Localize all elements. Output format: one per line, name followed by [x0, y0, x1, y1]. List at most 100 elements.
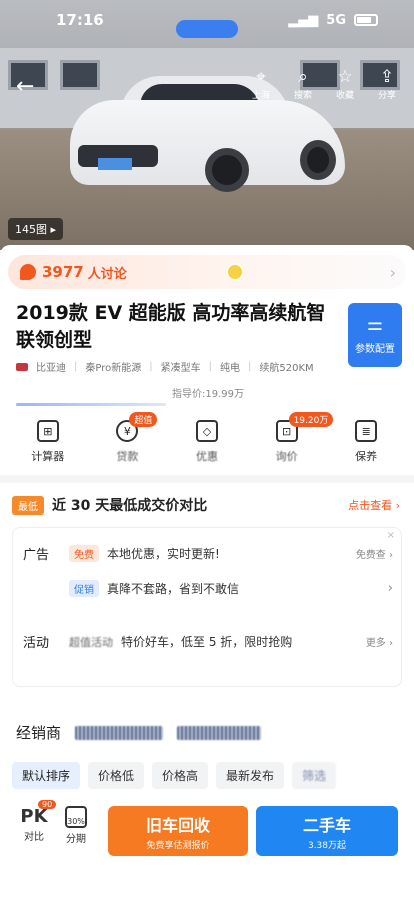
sale-text: 真降不套路，省到不敢信 [107, 582, 240, 596]
promotion-card: × 广告 免费 本地优惠，实时更新! 免费查 › 促销 真降不套路，省到不敢信 … [12, 527, 402, 687]
guide-price: 指导价:19.99万 [172, 389, 244, 400]
search-icon: ⌕ [298, 67, 308, 87]
section-divider [0, 475, 414, 483]
discussion-bar[interactable]: 3977 人讨论 › [8, 255, 406, 289]
more-link[interactable]: 更多 › [366, 634, 393, 649]
tool-label: 优惠 [195, 450, 218, 463]
status-time: 17:16 [56, 11, 104, 29]
car-title: 2019款 EV 超能版 高功率高续航智联领创型 [16, 302, 326, 351]
installment-caption: 分期 [66, 834, 86, 845]
battery-icon [354, 14, 378, 26]
search-button[interactable]: ⌕ 搜索 [288, 68, 318, 101]
trade-in-subtitle: 免费享估测报价 [146, 840, 210, 851]
car-wheel [205, 148, 249, 192]
tool-badge: 19.20万 [288, 412, 334, 427]
ad-label: 广告 [23, 548, 50, 563]
search-label: 搜索 [293, 91, 312, 101]
dealer-tab-blurred[interactable] [75, 725, 164, 740]
used-car-button[interactable]: 二手车 3.38万起 [256, 806, 398, 856]
pk-caption: 对比 [24, 832, 44, 843]
hero-actions: ⌖ 上海 ⌕ 搜索 ☆ 收藏 ⇪ 分享 [246, 68, 402, 101]
view-compare-link[interactable]: 点击查看 › [348, 497, 400, 513]
ad-row[interactable]: 广告 免费 本地优惠，实时更新! 免费查 › [23, 544, 393, 563]
pk-icon: PK [20, 806, 48, 827]
tool-label: 保养 [355, 450, 378, 463]
coupon-icon: ◇ [195, 420, 218, 442]
free-tag: 免费 [69, 545, 99, 562]
meta-brand[interactable]: 比亚迪 [36, 359, 66, 374]
meta-series[interactable]: 秦Pro新能源 [85, 359, 141, 374]
pk-badge: 90 [38, 800, 57, 809]
chevron-right-icon: › [389, 262, 396, 282]
status-bar: 17:16 ▂▄▆ 5G [0, 0, 414, 40]
calculator-icon: ⊞ [36, 420, 59, 442]
favorite-button[interactable]: ☆ 收藏 [330, 68, 360, 101]
trade-in-button[interactable]: 旧车回收 免费享估测报价 [108, 806, 248, 856]
discussion-label: 人讨论 [87, 266, 127, 282]
share-icon: ⇪ [379, 67, 395, 87]
sort-price-low[interactable]: 价格低 [88, 762, 145, 789]
price-compare-title: 近 30 天最低成交价对比 [52, 498, 208, 514]
tool-inquiry[interactable]: 19.20万 ⊡ 询价 [257, 412, 334, 464]
sort-filter[interactable]: 筛选 [292, 762, 337, 789]
sale-tag: 促销 [69, 580, 99, 597]
tool-maintenance[interactable]: ≣ 保养 [336, 420, 396, 464]
close-icon[interactable]: × [387, 530, 395, 541]
activity-text: 特价好车，低至 5 折，限时抢购 [121, 635, 293, 649]
params-config-button[interactable]: ⚌ 参数配置 [348, 303, 402, 367]
sliders-icon: ⚌ [366, 313, 384, 335]
free-check-link[interactable]: 免费查 › [356, 546, 393, 561]
sort-price-high[interactable]: 价格高 [152, 762, 209, 789]
installment-button[interactable]: 30% 分期 [58, 806, 94, 845]
favorite-label: 收藏 [335, 91, 354, 101]
sort-default[interactable]: 默认排序 [12, 762, 81, 789]
meta-class: 紧凑型车 [160, 363, 201, 374]
meta-energy: 纯电 [220, 363, 240, 374]
detail-sheet: 3977 人讨论 › 2019款 EV 超能版 高功率高续航智联领创型 ⚌ 参数… [0, 245, 414, 900]
activity-tag: 超值活动 [69, 635, 113, 649]
location-button[interactable]: ⌖ 上海 [246, 68, 276, 101]
window [60, 60, 100, 90]
meta-range: 续航520KM [259, 363, 314, 374]
maintenance-icon: ≣ [355, 420, 378, 442]
tool-loan[interactable]: 超值 ¥ 贷款 [97, 412, 158, 464]
tool-badge: 超值 [129, 412, 158, 427]
params-config-label: 参数配置 [355, 343, 395, 355]
tool-label: 贷款 [116, 450, 139, 463]
network-label: 5G [326, 12, 346, 28]
hero-photo[interactable]: 17:16 ▂▄▆ 5G ← ⌖ 上海 ⌕ 搜索 ☆ 收藏 ⇪ 分享 145图 … [0, 0, 414, 250]
location-pin-icon: ⌖ [256, 67, 266, 87]
dealer-tab-blurred[interactable] [177, 725, 262, 740]
sort-newest[interactable]: 最新发布 [216, 762, 285, 789]
dealer-label: 经销商 [16, 724, 62, 742]
activity-row[interactable]: 活动 超值活动 特价好车，低至 5 折，限时抢购 更多 › [23, 632, 393, 651]
ad-text: 本地优惠，实时更新! [107, 547, 220, 561]
compare-pk-button[interactable]: PK 90 对比 [14, 800, 57, 843]
tool-label: 询价 [275, 450, 298, 463]
location-label: 上海 [251, 91, 270, 101]
tool-coupon[interactable]: ◇ 优惠 [177, 420, 237, 464]
share-button[interactable]: ⇪ 分享 [372, 68, 402, 101]
scroll-indicator [16, 403, 166, 406]
share-label: 分享 [377, 91, 396, 101]
used-car-title: 二手车 [302, 815, 351, 835]
installment-icon: 30% [65, 806, 87, 828]
photo-count-badge[interactable]: 145图 ▸ [8, 218, 64, 240]
tool-label: 计算器 [31, 450, 65, 463]
tool-calculator[interactable]: ⊞ 计算器 [18, 420, 78, 464]
back-button[interactable]: ← [16, 74, 34, 99]
signal-icon: ▂▄▆ [288, 12, 319, 28]
activity-label: 活动 [23, 636, 50, 651]
car-meta: 比亚迪 | 秦Pro新能源 | 紧凑型车 | 纯电 | 续航520KM [16, 359, 314, 374]
car-wheel [300, 140, 336, 180]
star-icon: ☆ [337, 67, 353, 87]
license-plate [98, 158, 132, 170]
price-compare-row[interactable]: 最低 近 30 天最低成交价对比 点击查看 › [12, 491, 402, 519]
fire-icon [20, 264, 36, 280]
avatar [226, 263, 244, 281]
tool-icon-row: ⊞ 计算器 超值 ¥ 贷款 ◇ 优惠 19.20万 ⊡ 询价 ≣ 保养 [0, 412, 414, 464]
bottom-action-bar: PK 90 对比 30% 分期 旧车回收 免费享估测报价 二手车 3.38万起 [0, 798, 414, 900]
trade-in-title: 旧车回收 [145, 815, 210, 835]
brand-logo-icon [16, 362, 28, 371]
sale-row[interactable]: 促销 真降不套路，省到不敢信 › [23, 580, 393, 597]
